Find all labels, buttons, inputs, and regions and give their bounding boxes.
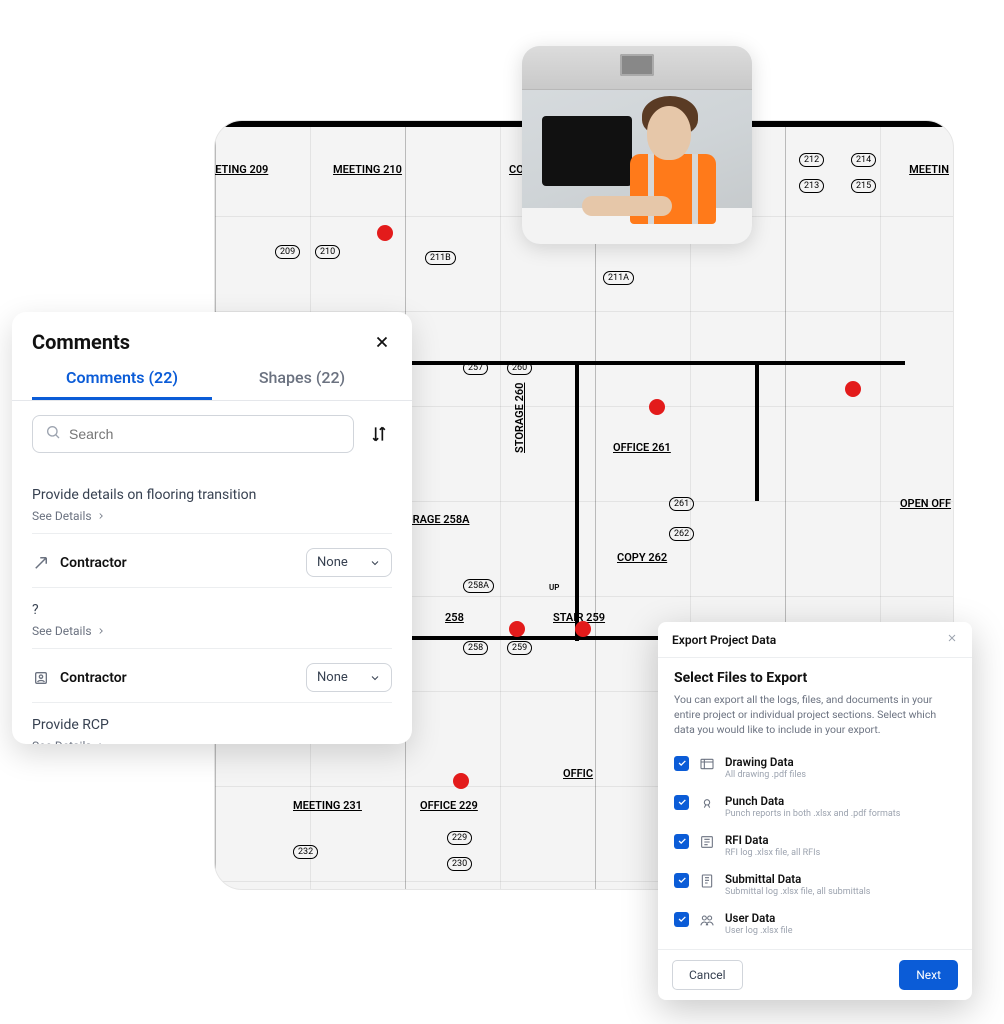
search-icon <box>45 424 61 444</box>
comment-text: ? <box>32 602 392 618</box>
contractor-label: Contractor <box>60 555 127 571</box>
search-field[interactable] <box>69 426 341 442</box>
export-item[interactable]: Punch DataPunch reports in both .xlsx an… <box>674 787 956 826</box>
search-input[interactable] <box>32 415 354 453</box>
room-storage-258a: ORAGE 258A <box>405 513 469 526</box>
tab-shapes[interactable]: Shapes (22) <box>212 368 392 400</box>
punch-icon <box>699 795 715 811</box>
room-meeting-209: EETING 209 <box>214 163 268 176</box>
marker-dot[interactable] <box>453 773 469 789</box>
num-211b: 211B <box>425 251 456 265</box>
num-259: 259 <box>507 641 532 655</box>
user-icon <box>32 669 50 687</box>
see-details-link[interactable]: See Details <box>32 624 392 638</box>
cancel-button[interactable]: Cancel <box>672 960 743 990</box>
marker-dot[interactable] <box>575 621 591 637</box>
marker-dot[interactable] <box>509 621 525 637</box>
num-260: 260 <box>507 361 532 375</box>
num-230: 230 <box>447 857 472 871</box>
num-258: 258 <box>463 641 488 655</box>
marker-dot[interactable] <box>649 399 665 415</box>
comments-panel: Comments Comments (22) Shapes (22) Provi… <box>12 312 412 744</box>
export-item[interactable]: Drawing DataAll drawing .pdf files <box>674 748 956 787</box>
submittal-icon <box>699 873 715 889</box>
num-258a: 258A <box>463 579 494 593</box>
room-meetin: MEETIN <box>909 163 949 176</box>
room-copy-262: COPY 262 <box>617 551 667 564</box>
marker-dot[interactable] <box>377 225 393 241</box>
num-209: 209 <box>275 245 300 259</box>
chevron-down-icon <box>369 672 381 684</box>
num-215: 215 <box>851 179 876 193</box>
modal-title: Export Project Data <box>672 633 776 647</box>
checkbox[interactable] <box>674 912 689 927</box>
room-office-229: OFFICE 229 <box>420 799 478 812</box>
room-office-261: OFFICE 261 <box>613 441 671 454</box>
marker-dot[interactable] <box>845 381 861 397</box>
num-210: 210 <box>315 245 340 259</box>
num-262: 262 <box>669 527 694 541</box>
num-212: 212 <box>799 153 824 167</box>
checkbox[interactable] <box>674 795 689 810</box>
assignee-select[interactable]: None <box>306 663 392 692</box>
see-details-link[interactable]: See Details <box>32 509 392 523</box>
num-213: 213 <box>799 179 824 193</box>
rfi-icon <box>699 834 715 850</box>
comment-title: Provide details on flooring transition <box>32 487 392 503</box>
user-data-icon <box>699 912 715 928</box>
num-229: 229 <box>447 831 472 845</box>
checkbox[interactable] <box>674 756 689 771</box>
photo-card <box>522 46 752 244</box>
comment-title: Provide RCP <box>32 717 392 733</box>
export-item[interactable]: Submittal DataSubmittal log .xlsx file, … <box>674 865 956 904</box>
close-icon[interactable] <box>372 332 392 352</box>
section-description: You can export all the logs, files, and … <box>674 692 956 738</box>
sort-icon[interactable] <box>366 421 392 447</box>
section-title: Select Files to Export <box>674 670 956 686</box>
room-meeting-210: MEETING 210 <box>333 163 402 176</box>
num-261: 261 <box>669 497 694 511</box>
export-item[interactable]: User DataUser log .xlsx file <box>674 904 956 943</box>
num-214: 214 <box>851 153 876 167</box>
export-modal: Export Project Data Select Files to Expo… <box>658 622 972 1000</box>
export-item[interactable]: RFI DataRFI log .xlsx file, all RFIs <box>674 826 956 865</box>
arrow-icon <box>32 554 50 572</box>
room-storage-260: STORAGE 260 <box>513 383 526 453</box>
room-meeting-231: MEETING 231 <box>293 799 362 812</box>
room-open-office: OPEN OFF <box>900 497 951 510</box>
num-211a: 211A <box>603 271 634 285</box>
drawing-icon <box>699 756 715 772</box>
chevron-down-icon <box>369 557 381 569</box>
checkbox[interactable] <box>674 873 689 888</box>
num-232: 232 <box>293 845 318 859</box>
tab-comments[interactable]: Comments (22) <box>32 368 212 400</box>
contractor-label: Contractor <box>60 670 127 686</box>
close-icon[interactable] <box>946 632 958 647</box>
checkbox[interactable] <box>674 834 689 849</box>
room-offic: OFFIC <box>563 767 593 780</box>
see-details-link[interactable]: See Details <box>32 739 392 744</box>
assignee-select[interactable]: None <box>306 548 392 577</box>
comments-title: Comments <box>32 330 130 354</box>
label-up: UP <box>549 583 559 592</box>
next-button[interactable]: Next <box>899 960 958 990</box>
num-257: 257 <box>463 361 488 375</box>
room-258: 258 <box>445 611 464 624</box>
